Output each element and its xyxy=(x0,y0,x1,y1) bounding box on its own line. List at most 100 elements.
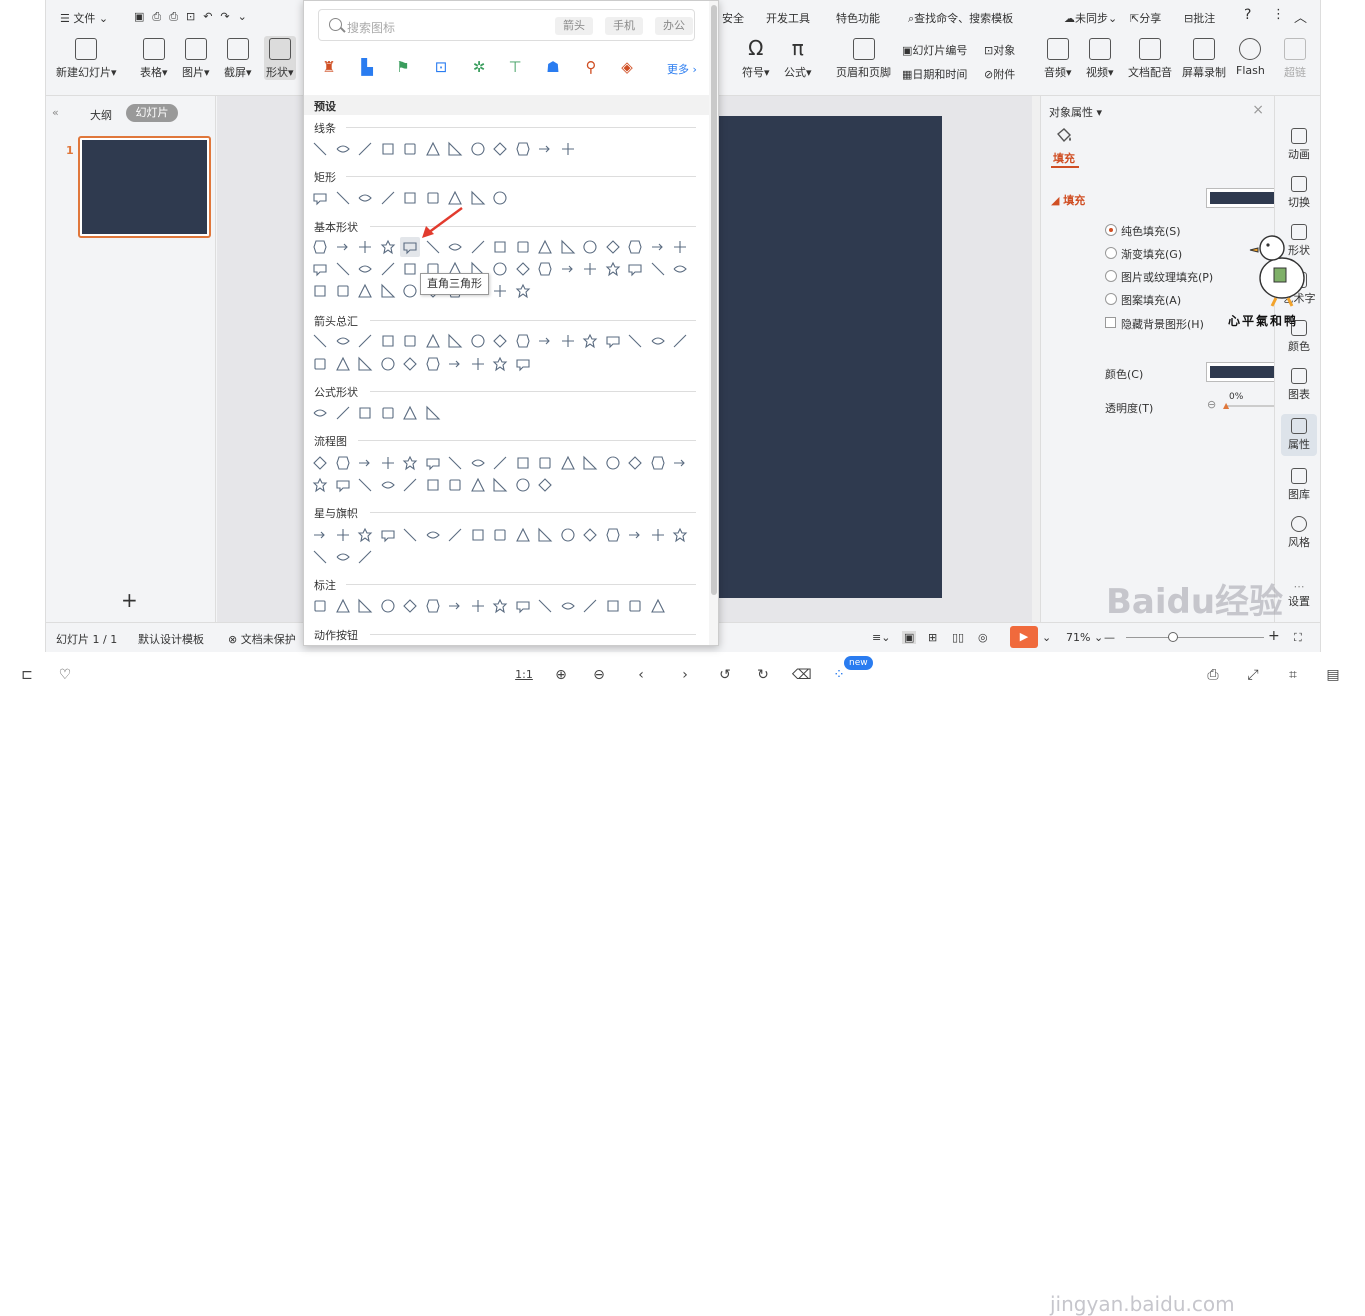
signpost-icon[interactable]: ⚑ xyxy=(394,57,412,77)
reading-view-icon[interactable]: ▯▯ xyxy=(952,631,964,644)
shape-item[interactable] xyxy=(312,477,328,493)
shape-item[interactable] xyxy=(402,239,418,255)
symbol-button[interactable]: Ω 符号▾ xyxy=(742,36,770,80)
shape-item[interactable] xyxy=(425,190,441,206)
shape-item[interactable] xyxy=(312,239,328,255)
shape-item[interactable] xyxy=(537,455,553,471)
slide-thumbnail[interactable] xyxy=(78,136,211,238)
shape-item[interactable] xyxy=(402,477,418,493)
shape-item[interactable] xyxy=(447,455,463,471)
current-slide[interactable] xyxy=(713,116,942,598)
shape-item[interactable] xyxy=(470,356,486,372)
shape-item[interactable] xyxy=(672,333,688,349)
shape-item[interactable] xyxy=(470,141,486,157)
datetime-button[interactable]: ▦日期和时间 xyxy=(902,66,967,82)
shape-item[interactable] xyxy=(650,261,666,277)
shape-item[interactable] xyxy=(582,239,598,255)
shape-item[interactable] xyxy=(357,333,373,349)
tab-slides[interactable]: 幻灯片 xyxy=(126,104,178,122)
shape-item[interactable] xyxy=(537,261,553,277)
table-button[interactable]: 表格▾ xyxy=(140,36,168,80)
shape-item[interactable] xyxy=(447,190,463,206)
shape-item[interactable] xyxy=(335,141,351,157)
video-button[interactable]: 视频▾ xyxy=(1086,36,1114,80)
shape-item[interactable] xyxy=(492,477,508,493)
shape-item[interactable] xyxy=(447,239,463,255)
radio-picture-fill[interactable] xyxy=(1105,270,1117,282)
shape-item[interactable] xyxy=(380,333,396,349)
icon-search-box[interactable]: 搜索图标 箭头 手机 办公 xyxy=(318,9,695,41)
shape-item[interactable] xyxy=(605,333,621,349)
shape-item[interactable] xyxy=(492,141,508,157)
shape-item[interactable] xyxy=(402,455,418,471)
shape-item[interactable] xyxy=(380,477,396,493)
slide-number-button[interactable]: ▣幻灯片编号 xyxy=(902,42,967,58)
shape-item[interactable] xyxy=(447,598,463,614)
shape-item[interactable] xyxy=(380,261,396,277)
shape-item[interactable] xyxy=(380,405,396,421)
shape-item[interactable] xyxy=(560,455,576,471)
shape-item[interactable] xyxy=(560,261,576,277)
rocket-icon[interactable]: ⚲ xyxy=(582,57,600,77)
shape-item[interactable] xyxy=(402,598,418,614)
chevron-down-icon[interactable]: ⌄ xyxy=(1042,631,1051,644)
zoom-level[interactable]: 71% ⌄ xyxy=(1066,631,1103,644)
shape-item[interactable] xyxy=(492,190,508,206)
new-slide-button[interactable]: 新建幻灯片▾ xyxy=(56,36,117,80)
info-icon[interactable]: ▤ xyxy=(1324,666,1342,684)
properties-title[interactable]: 对象属性 ▾ xyxy=(1049,104,1102,120)
shape-item[interactable] xyxy=(357,527,373,543)
shape-item[interactable] xyxy=(537,239,553,255)
special-features-tab[interactable]: 特色功能 xyxy=(836,10,880,26)
sync-status[interactable]: ☁未同步⌄ xyxy=(1064,10,1117,26)
shape-item[interactable] xyxy=(447,356,463,372)
hyperlink-button[interactable]: 超链 xyxy=(1284,36,1306,80)
shape-item[interactable] xyxy=(605,527,621,543)
zoom-out-icon[interactable]: ⊖ xyxy=(590,666,608,684)
shape-item[interactable] xyxy=(515,477,531,493)
shape-item[interactable] xyxy=(492,356,508,372)
more-options-icon[interactable]: ⋮ xyxy=(1272,7,1285,22)
shape-item[interactable] xyxy=(312,549,328,565)
shape-item[interactable] xyxy=(335,356,351,372)
shape-item[interactable] xyxy=(312,356,328,372)
shape-item[interactable] xyxy=(537,141,553,157)
chip-arrow[interactable]: 箭头 xyxy=(555,17,593,35)
chart-tool[interactable]: 图表 xyxy=(1275,368,1320,402)
radio-pattern-fill[interactable] xyxy=(1105,293,1117,305)
security-tab[interactable]: 安全 xyxy=(722,10,744,26)
shape-item[interactable] xyxy=(627,455,643,471)
presenter-view-icon[interactable]: ◎ xyxy=(978,631,988,644)
shape-item[interactable] xyxy=(470,190,486,206)
shape-item[interactable] xyxy=(380,239,396,255)
shape-item[interactable] xyxy=(470,333,486,349)
shape-item[interactable] xyxy=(335,598,351,614)
collapse-pane-icon[interactable]: « xyxy=(52,106,59,119)
previous-icon[interactable]: ‹ xyxy=(632,666,650,684)
shape-item[interactable] xyxy=(447,527,463,543)
screenshot-button[interactable]: 截屏▾ xyxy=(224,36,252,80)
gallery-tool[interactable]: 图库 xyxy=(1275,468,1320,502)
shape-item[interactable] xyxy=(492,455,508,471)
shape-item[interactable] xyxy=(672,261,688,277)
shape-item[interactable] xyxy=(672,455,688,471)
shape-item[interactable] xyxy=(582,598,598,614)
shape-item[interactable] xyxy=(650,239,666,255)
shape-item[interactable] xyxy=(357,239,373,255)
attachment-button[interactable]: ⊘附件 xyxy=(984,66,1015,82)
shape-item[interactable] xyxy=(470,477,486,493)
apps-icon[interactable]: ⁘ xyxy=(830,666,848,684)
dropdown-scrollbar[interactable] xyxy=(709,1,718,645)
canvas-scrollbar[interactable] xyxy=(1032,96,1040,622)
shape-item[interactable] xyxy=(515,283,531,299)
shape-item[interactable] xyxy=(335,405,351,421)
shape-item[interactable] xyxy=(515,239,531,255)
shape-item[interactable] xyxy=(560,333,576,349)
shape-item[interactable] xyxy=(627,598,643,614)
more-icons-link[interactable]: 更多 › xyxy=(667,61,697,77)
zoom-slider-handle[interactable] xyxy=(1168,632,1178,642)
shape-item[interactable] xyxy=(650,455,666,471)
shape-item[interactable] xyxy=(357,261,373,277)
shape-button[interactable]: 形状▾ xyxy=(264,36,296,80)
shape-item[interactable] xyxy=(515,356,531,372)
